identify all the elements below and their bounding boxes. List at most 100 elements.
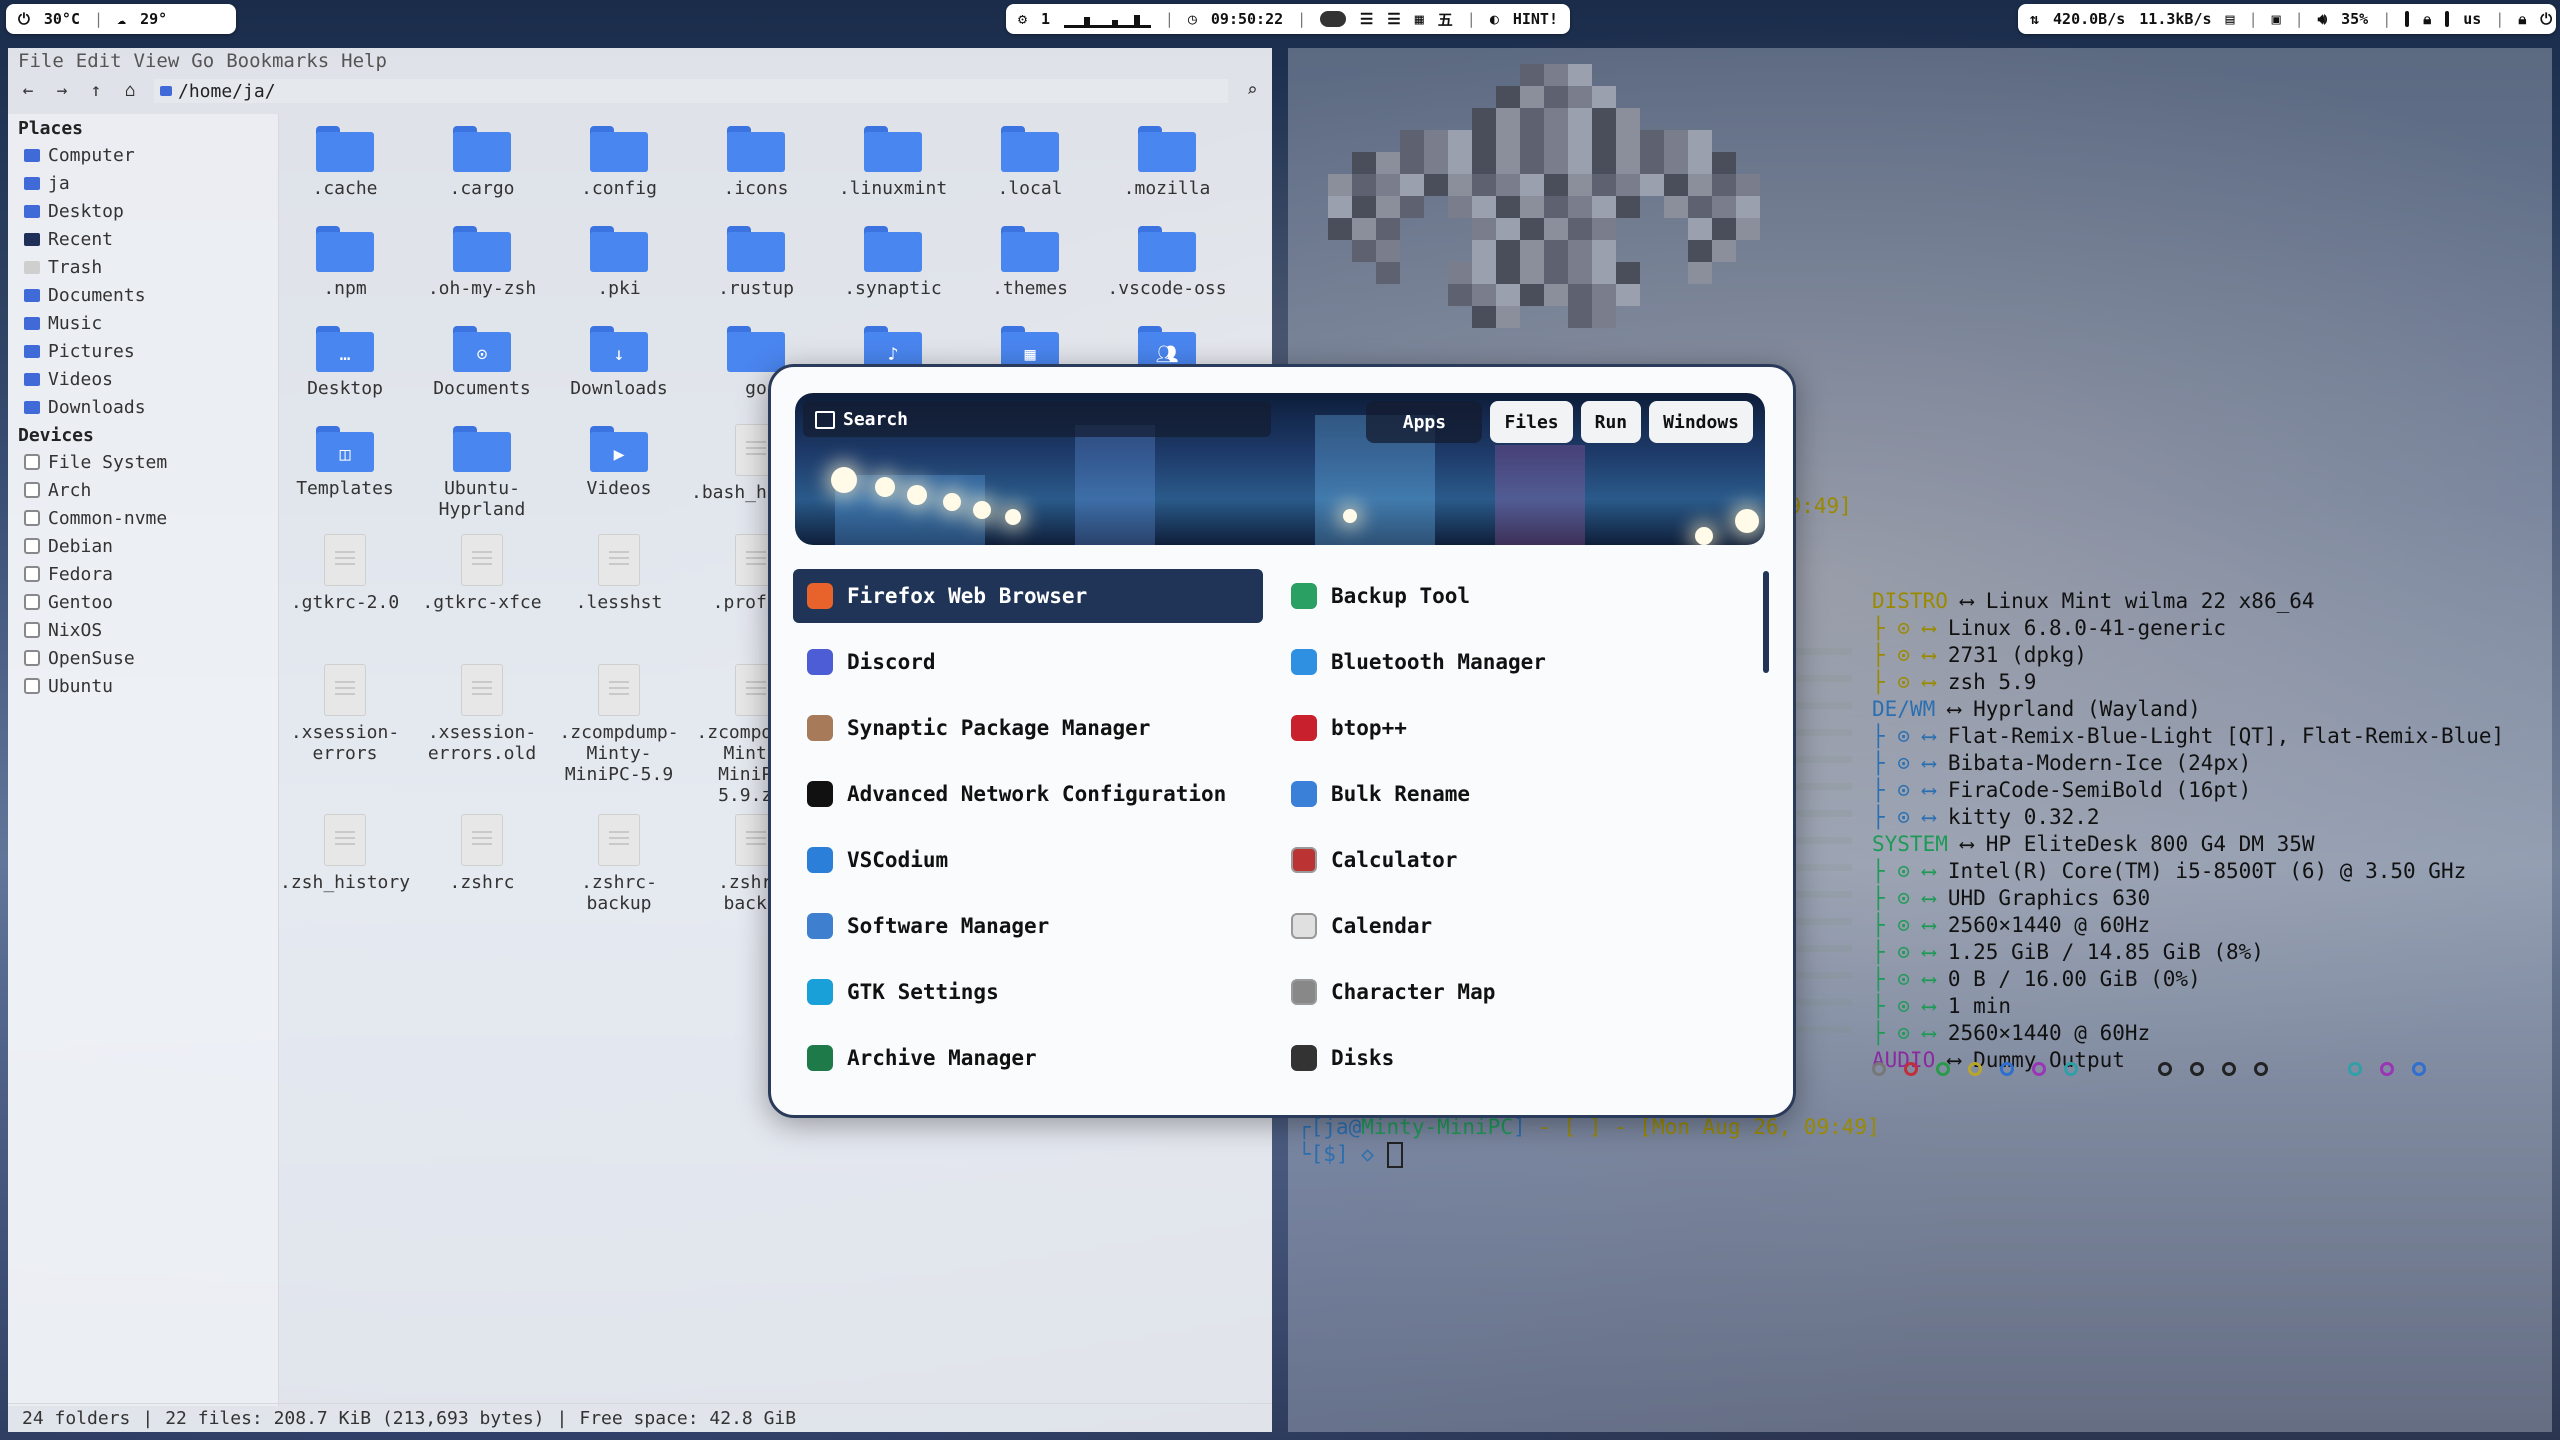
app-item[interactable]: VSCodium [793, 833, 1263, 887]
shell-prompt[interactable]: ┌[ja@Minty-MiniPC] - [ ] - [Mon Aug 26, … [1298, 1114, 1880, 1168]
file-item[interactable]: .zshrc [417, 808, 547, 893]
tab-windows[interactable]: Windows [1649, 401, 1753, 443]
file-item[interactable]: .zshrc-backup [554, 808, 684, 914]
app-item[interactable]: Advanced Network Configuration [793, 767, 1263, 821]
device-item-common-nvme[interactable]: Common-nvme [8, 504, 278, 532]
menu-help[interactable]: Help [341, 50, 387, 72]
printer-icon[interactable]: ▣ [2272, 10, 2281, 28]
file-item[interactable]: .linuxmint [828, 118, 958, 199]
file-item[interactable]: .rustup [691, 218, 821, 299]
file-item[interactable]: .gtkrc-2.0 [280, 528, 410, 613]
file-item[interactable]: ◫ Templates [280, 418, 410, 499]
file-item[interactable]: .oh-my-zsh [417, 218, 547, 299]
cursor[interactable] [1386, 1142, 1403, 1168]
toggle-icon[interactable]: ◐ [1490, 10, 1499, 28]
device-item-fedora[interactable]: Fedora [8, 560, 278, 588]
power-icon[interactable]: ⏻ [18, 10, 30, 28]
menu-bookmarks[interactable]: Bookmarks [226, 50, 329, 72]
file-item[interactable]: .icons [691, 118, 821, 199]
file-item[interactable]: Ubuntu-Hyprland [417, 418, 547, 520]
workspace-active-indicator[interactable] [1320, 11, 1346, 27]
menu-edit[interactable]: Edit [76, 50, 122, 72]
app-item[interactable]: Synaptic Package Manager [793, 701, 1263, 755]
app-item[interactable]: Calendar [1277, 899, 1747, 953]
file-item[interactable]: .xsession-errors [280, 658, 410, 764]
sidebar-item-documents[interactable]: Documents [8, 281, 278, 309]
menu-go[interactable]: Go [191, 50, 214, 72]
file-item[interactable]: .lesshst [554, 528, 684, 613]
sidebar-item-ja[interactable]: ja [8, 169, 278, 197]
lock-icon[interactable]: 🔒︎ [2518, 10, 2526, 28]
tab-apps[interactable]: Apps [1366, 401, 1483, 443]
topbar-center-widgets[interactable]: ⚙ 1 | ◷ 09:50:22 | ☰ ☰ ▦ 五 | ◐ HINT! [1006, 4, 1570, 34]
back-arrow-icon[interactable]: ← [18, 81, 38, 101]
device-item-file-system[interactable]: File System [8, 448, 278, 476]
keyboard-layout[interactable]: us [2463, 10, 2481, 28]
file-item[interactable]: .gtkrc-xfce [417, 528, 547, 613]
home-icon[interactable]: ⌂ [120, 81, 140, 101]
menu-file[interactable]: File [18, 50, 64, 72]
search-icon[interactable]: ⌕ [1242, 81, 1262, 101]
file-item[interactable]: .vscode-oss [1102, 218, 1232, 299]
file-item[interactable]: .themes [965, 218, 1095, 299]
file-item[interactable]: .synaptic [828, 218, 958, 299]
up-arrow-icon[interactable]: ↑ [86, 81, 106, 101]
topbar-left-widgets[interactable]: ⏻ 30°C | ☁ 29° [6, 4, 236, 34]
app-item[interactable]: Calculator [1277, 833, 1747, 887]
tab-files[interactable]: Files [1490, 401, 1573, 443]
file-item[interactable]: .local [965, 118, 1095, 199]
volume-level[interactable]: 35% [2341, 10, 2368, 28]
clock-time[interactable]: 09:50:22 [1211, 10, 1283, 28]
device-item-gentoo[interactable]: Gentoo [8, 588, 278, 616]
app-item[interactable]: Disks [1277, 1031, 1747, 1085]
app-item[interactable]: Discord [793, 635, 1263, 689]
file-item[interactable]: .cargo [417, 118, 547, 199]
file-item[interactable]: ⊙ Documents [417, 318, 547, 399]
forward-arrow-icon[interactable]: → [52, 81, 72, 101]
display-icon[interactable] [2405, 11, 2410, 27]
sidebar-item-recent[interactable]: Recent [8, 225, 278, 253]
window-icon[interactable]: ▦ [1415, 10, 1424, 28]
lock-icon[interactable]: 🔒︎ [2423, 10, 2431, 28]
power-icon[interactable]: ⏻ [2540, 10, 2552, 28]
sidebar-item-pictures[interactable]: Pictures [8, 337, 278, 365]
window-icon[interactable]: 五 [1438, 9, 1453, 30]
scrollbar[interactable] [1763, 571, 1769, 673]
device-item-opensuse[interactable]: OpenSuse [8, 644, 278, 672]
file-item[interactable]: … Desktop [280, 318, 410, 399]
app-item[interactable]: btop++ [1277, 701, 1747, 755]
sidebar-item-computer[interactable]: Computer [8, 141, 278, 169]
volume-icon[interactable]: 🔊︎ [2318, 10, 2327, 28]
device-item-arch[interactable]: Arch [8, 476, 278, 504]
tab-run[interactable]: Run [1580, 401, 1642, 443]
sidebar-item-downloads[interactable]: Downloads [8, 393, 278, 421]
keyboard-icon[interactable] [2445, 11, 2450, 27]
sidebar-item-videos[interactable]: Videos [8, 365, 278, 393]
app-item[interactable]: Backup Tool [1277, 569, 1747, 623]
file-item[interactable]: .zcompdump-Minty-MiniPC-5.9 [554, 658, 684, 785]
file-item[interactable]: .npm [280, 218, 410, 299]
clipboard-icon[interactable]: ▤ [2226, 10, 2235, 28]
app-launcher[interactable]: Apps Files Run Windows Firefox Web Brows… [768, 364, 1796, 1118]
window-icon[interactable]: ☰ [1360, 10, 1373, 28]
file-item[interactable]: ↓ Downloads [554, 318, 684, 399]
topbar-right-widgets[interactable]: ⇅ 420.0B/s 11.3kB/s ▤ | ▣ | 🔊︎ 35% | 🔒︎ … [2018, 4, 2556, 34]
app-item[interactable]: Firefox Web Browser [793, 569, 1263, 623]
hint-text[interactable]: HINT! [1513, 10, 1558, 28]
file-item[interactable]: .config [554, 118, 684, 199]
app-item[interactable]: Archive Manager [793, 1031, 1263, 1085]
file-item[interactable]: .mozilla [1102, 118, 1232, 199]
window-icon[interactable]: ☰ [1387, 10, 1400, 28]
file-item[interactable]: .pki [554, 218, 684, 299]
menu-view[interactable]: View [134, 50, 180, 72]
device-item-nixos[interactable]: NixOS [8, 616, 278, 644]
app-item[interactable]: Software Manager [793, 899, 1263, 953]
app-item[interactable]: Bulk Rename [1277, 767, 1747, 821]
search-input[interactable] [803, 401, 1271, 437]
app-item[interactable]: Bluetooth Manager [1277, 635, 1747, 689]
sidebar-item-music[interactable]: Music [8, 309, 278, 337]
location-bar[interactable]: /home/ja/ [154, 79, 1228, 103]
file-item[interactable]: ▶ Videos [554, 418, 684, 499]
file-item[interactable]: .cache [280, 118, 410, 199]
file-item[interactable]: .zsh_history [280, 808, 410, 893]
